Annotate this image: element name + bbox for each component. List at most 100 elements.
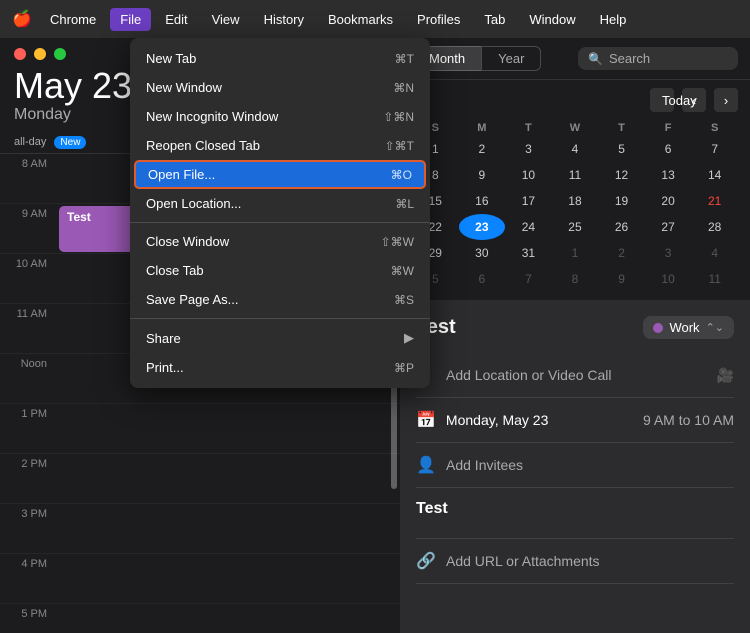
- calendar-badge[interactable]: Work ⌃⌄: [643, 316, 734, 339]
- calendar-day[interactable]: 18: [552, 188, 599, 214]
- menu-share[interactable]: Share ▶: [130, 323, 430, 353]
- calendar-icon: 📅: [416, 410, 436, 430]
- menubar: 🍎 Chrome File Edit View History Bookmark…: [0, 0, 750, 38]
- col-thu: T: [598, 120, 645, 136]
- calendar-day[interactable]: 9: [598, 266, 645, 292]
- separator-2: [130, 318, 430, 319]
- calendar-day[interactable]: 13: [645, 162, 692, 188]
- calendar-day[interactable]: 1: [552, 240, 599, 266]
- view-tabs: Month Year: [412, 46, 541, 71]
- shortcut-reopen: ⇧⌘T: [385, 139, 414, 153]
- calendar-day[interactable]: 9: [459, 162, 506, 188]
- menubar-history[interactable]: History: [254, 8, 314, 31]
- time-content[interactable]: [55, 454, 400, 503]
- url-row[interactable]: 🔗 Add URL or Attachments: [416, 539, 734, 584]
- maximize-button[interactable]: [54, 48, 66, 60]
- time-label: 3 PM: [0, 504, 55, 520]
- col-wed: W: [552, 120, 599, 136]
- calendar-day[interactable]: 31: [505, 240, 552, 266]
- calendar-day[interactable]: 17: [505, 188, 552, 214]
- calendar-day[interactable]: 7: [505, 266, 552, 292]
- time-label: 4 PM: [0, 554, 55, 570]
- mini-calendar-header: Month Year 🔍 Search: [400, 38, 750, 80]
- calendar-day[interactable]: 10: [645, 266, 692, 292]
- time-label: 11 AM: [0, 304, 55, 320]
- menubar-window[interactable]: Window: [519, 8, 585, 31]
- menubar-edit[interactable]: Edit: [155, 8, 197, 31]
- time-content[interactable]: [55, 504, 400, 553]
- calendar-day[interactable]: 4: [691, 240, 738, 266]
- close-button[interactable]: [14, 48, 26, 60]
- calendar-day[interactable]: 24: [505, 214, 552, 240]
- shortcut-new-tab: ⌘T: [395, 52, 414, 66]
- shortcut-open-file: ⌘O: [391, 168, 412, 182]
- tab-year[interactable]: Year: [481, 46, 541, 71]
- menubar-bookmarks[interactable]: Bookmarks: [318, 8, 403, 31]
- search-box[interactable]: 🔍 Search: [578, 47, 738, 70]
- calendar-day[interactable]: 30: [459, 240, 506, 266]
- menubar-chrome[interactable]: Chrome: [40, 8, 106, 31]
- calendar-day[interactable]: 19: [598, 188, 645, 214]
- time-label: 8 AM: [0, 154, 55, 170]
- menu-save-page[interactable]: Save Page As... ⌘S: [130, 285, 430, 314]
- datetime-row[interactable]: 📅 Monday, May 23 9 AM to 10 AM: [416, 398, 734, 443]
- calendar-day[interactable]: 4: [552, 136, 599, 162]
- calendar-day[interactable]: 16: [459, 188, 506, 214]
- menubar-file[interactable]: File: [110, 8, 151, 31]
- calendar-day[interactable]: 14: [691, 162, 738, 188]
- search-icon: 🔍: [588, 52, 603, 66]
- menu-new-incognito[interactable]: New Incognito Window ⇧⌘N: [130, 102, 430, 131]
- menu-new-tab[interactable]: New Tab ⌘T: [130, 44, 430, 73]
- time-content[interactable]: [55, 554, 400, 603]
- file-dropdown-menu: New Tab ⌘T New Window ⌘N New Incognito W…: [130, 38, 430, 388]
- menu-reopen-closed-tab[interactable]: Reopen Closed Tab ⇧⌘T: [130, 131, 430, 160]
- calendar-day[interactable]: 3: [645, 240, 692, 266]
- calendar-day[interactable]: 5: [598, 136, 645, 162]
- menu-open-file[interactable]: Open File... ⌘O: [134, 160, 426, 189]
- menubar-profiles[interactable]: Profiles: [407, 8, 470, 31]
- location-placeholder: Add Location or Video Call: [446, 367, 612, 383]
- event-title-row: Test Work ⌃⌄: [416, 316, 734, 339]
- next-month-button[interactable]: ›: [714, 88, 738, 112]
- calendar-day[interactable]: 10: [505, 162, 552, 188]
- calendar-day[interactable]: 23: [459, 214, 506, 240]
- invitees-row[interactable]: 👤 Add Invitees: [416, 443, 734, 488]
- calendar-day[interactable]: 6: [645, 136, 692, 162]
- event-details: Test Work ⌃⌄ 📍 Add Location or Video Cal…: [400, 300, 750, 633]
- new-event-badge[interactable]: New: [54, 136, 86, 149]
- menubar-tab[interactable]: Tab: [474, 8, 515, 31]
- calendar-day[interactable]: 28: [691, 214, 738, 240]
- calendar-day[interactable]: 20: [645, 188, 692, 214]
- menu-open-location[interactable]: Open Location... ⌘L: [130, 189, 430, 218]
- menu-close-window[interactable]: Close Window ⇧⌘W: [130, 227, 430, 256]
- calendar-day[interactable]: 26: [598, 214, 645, 240]
- menubar-view[interactable]: View: [202, 8, 250, 31]
- calendar-day[interactable]: 25: [552, 214, 599, 240]
- calendar-day[interactable]: 11: [552, 162, 599, 188]
- prev-month-button[interactable]: ‹: [682, 88, 706, 112]
- menu-close-tab[interactable]: Close Tab ⌘W: [130, 256, 430, 285]
- time-content[interactable]: [55, 604, 400, 633]
- time-content[interactable]: [55, 404, 400, 453]
- calendar-day[interactable]: 2: [459, 136, 506, 162]
- calendar-day[interactable]: 21: [691, 188, 738, 214]
- calendar-day[interactable]: 11: [691, 266, 738, 292]
- calendar-day[interactable]: 12: [598, 162, 645, 188]
- menu-new-window[interactable]: New Window ⌘N: [130, 73, 430, 102]
- calendar-day[interactable]: 8: [552, 266, 599, 292]
- url-placeholder: Add URL or Attachments: [446, 553, 600, 569]
- calendar-day[interactable]: 6: [459, 266, 506, 292]
- minimize-button[interactable]: [34, 48, 46, 60]
- time-slot-4pm: 4 PM: [0, 554, 400, 604]
- today-button[interactable]: Today: [650, 88, 674, 112]
- calendar-day[interactable]: 3: [505, 136, 552, 162]
- apple-menu-icon[interactable]: 🍎: [8, 5, 36, 33]
- event-time: 9 AM to 10 AM: [643, 412, 734, 428]
- menubar-help[interactable]: Help: [590, 8, 637, 31]
- shortcut-print: ⌘P: [394, 361, 414, 375]
- calendar-day[interactable]: 2: [598, 240, 645, 266]
- location-row[interactable]: 📍 Add Location or Video Call 🎥: [416, 353, 734, 398]
- menu-print[interactable]: Print... ⌘P: [130, 353, 430, 382]
- calendar-day[interactable]: 7: [691, 136, 738, 162]
- calendar-day[interactable]: 27: [645, 214, 692, 240]
